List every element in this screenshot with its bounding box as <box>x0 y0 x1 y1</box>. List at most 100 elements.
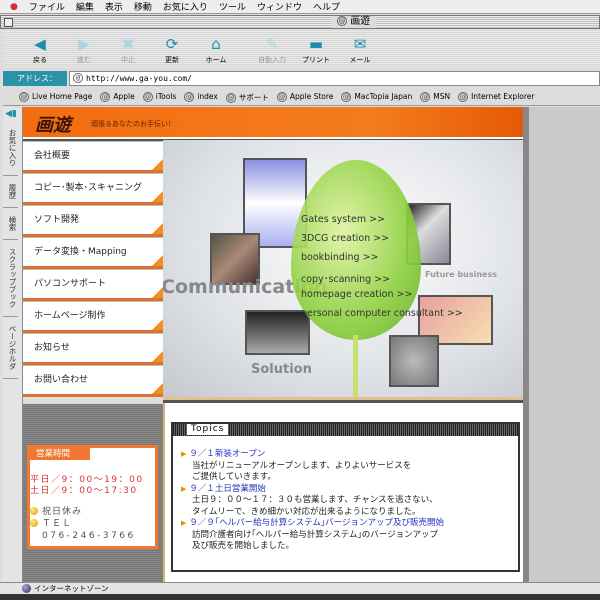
topic-text: 訪問介護者向け｢ヘルパー給与計算システム｣のバージョンアップ <box>192 529 439 540</box>
topic-link[interactable]: ９／１新装オープン <box>181 449 518 461</box>
menu-favorites[interactable]: お気に入り <box>163 0 208 13</box>
favorite-link[interactable]: @ MacTopia Japan <box>341 92 412 102</box>
topic-link[interactable]: ９／１土日営業開始 <box>181 484 518 496</box>
desktop-edge <box>0 594 600 600</box>
address-label: アドレス： <box>3 71 67 86</box>
tel-number: 076-246-3766 <box>42 531 136 541</box>
refresh-button[interactable]: ⟳ 更新 <box>150 31 194 69</box>
address-input[interactable]: @ http://www.ga-you.com/ <box>69 71 600 86</box>
hero-link[interactable]: bookbinding >> <box>301 252 379 263</box>
collapse-explorer-icon[interactable]: ◀▮ <box>3 107 22 121</box>
menu-help[interactable]: ヘルプ <box>313 0 340 13</box>
weekday-hours: 平日／9：00〜19：00 <box>30 475 144 485</box>
holiday-note: 祝日休み <box>42 507 83 517</box>
topic-link[interactable]: ９／９｢ヘルパー給与計算システム｣バージョンアップ及び販売開始 <box>181 518 518 530</box>
topics-area: Topics ９／１新装オープン 当社がリニューアルオープンします、よりよいサー… <box>163 403 523 582</box>
hero-link[interactable]: copy･scanning >> <box>301 271 390 285</box>
menu-window[interactable]: ウィンドウ <box>257 0 302 13</box>
site-nav: 会社概要 コピー･製本･スキャニング ソフト開発 データ変換・Mapping パ… <box>23 141 163 406</box>
hero-image: Communication Solution Future business G… <box>163 140 523 400</box>
tab-scrapbook[interactable]: スクラップブック <box>3 240 18 317</box>
site-header: 画遊 頑張るあなたのお手伝い！ <box>23 107 523 139</box>
hero-link[interactable]: homepage creation >> <box>301 289 412 300</box>
page-icon: @ <box>225 92 236 103</box>
nav-item[interactable]: コピー･製本･スキャニング <box>23 173 163 205</box>
tab-favorites[interactable]: お気に入り <box>3 121 18 176</box>
mail-button[interactable]: ✉ メール <box>338 31 382 69</box>
close-box[interactable] <box>4 18 13 27</box>
forward-button[interactable]: ▶ 進む <box>62 31 106 69</box>
favorite-link[interactable]: @ Apple <box>100 92 135 102</box>
site-logo[interactable]: 画遊 <box>35 111 71 137</box>
menu-view[interactable]: 表示 <box>105 0 123 13</box>
web-page: 画遊 頑張るあなたのお手伝い！ 会社概要 コピー･製本･スキャニング ソフト開発… <box>23 107 523 582</box>
menu-file[interactable]: ファイル <box>29 0 65 13</box>
page-icon: @ <box>19 92 29 102</box>
tab-page-holder[interactable]: ページホルダ <box>3 317 18 379</box>
nav-item[interactable]: パソコンサポート <box>23 269 163 301</box>
favorite-link[interactable]: @ サポート <box>225 92 269 103</box>
page-icon: @ <box>341 92 352 102</box>
apple-menu-icon[interactable]: ● <box>10 2 18 12</box>
globe-icon <box>22 584 31 593</box>
page-icon: @ <box>420 92 431 102</box>
topics-header: Topics <box>173 424 518 436</box>
autofill-icon: ✎ <box>265 35 279 53</box>
nav-item[interactable]: お問い合わせ <box>23 365 163 397</box>
weekend-hours: 土日／9：00〜17:30 <box>30 486 138 496</box>
tagline: 頑張るあなたのお手伝い！ <box>91 120 175 128</box>
stop-x-icon: ✖ <box>121 35 135 53</box>
page-icon: @ <box>73 73 83 83</box>
window-title-bar[interactable]: @ 画遊 <box>0 15 600 29</box>
tab-search[interactable]: 検索 <box>3 208 18 240</box>
nav-item[interactable]: ホームページ制作 <box>23 301 163 333</box>
nav-item[interactable]: ソフト開発 <box>23 205 163 237</box>
tab-history[interactable]: 履歴 <box>3 176 18 208</box>
autofill-button[interactable]: ✎ 自動入力 <box>250 31 294 69</box>
page-icon: @ <box>458 92 469 102</box>
favorite-link[interactable]: @ MSN <box>420 92 450 102</box>
refresh-icon: ⟳ <box>165 35 179 53</box>
page-icon: @ <box>100 92 111 102</box>
favorites-bar: @ Live Home Page @ Apple @ iTools @ index @ サ… <box>3 89 600 106</box>
favorite-link[interactable]: @ index <box>184 92 218 102</box>
favorite-link[interactable]: @ Internet Explorer <box>458 92 535 102</box>
hero-link[interactable]: 3DCG creation >> <box>301 233 389 244</box>
hours-title: 営業時間 <box>30 448 90 460</box>
menu-edit[interactable]: 編集 <box>76 0 94 13</box>
menu-go[interactable]: 移動 <box>134 0 152 13</box>
business-hours-box: 営業時間 平日／9：00〜19：00 土日／9：00〜17:30 祝日休み ＴＥ… <box>27 445 158 549</box>
nav-item[interactable]: お知らせ <box>23 333 163 365</box>
hero-link[interactable]: Gates system >> <box>301 214 385 225</box>
nav-item[interactable]: 会社概要 <box>23 141 163 173</box>
solution-text: Solution <box>251 362 312 377</box>
print-button[interactable]: ▬ プリント <box>294 31 338 69</box>
page-icon: @ <box>337 16 347 26</box>
leaf-stem <box>353 335 358 397</box>
bullet-icon <box>30 507 38 515</box>
menu-bar: ● ファイル 編集 表示 移動 お気に入り ツール ウィンドウ ヘルプ <box>0 0 600 14</box>
home-icon: ⌂ <box>211 35 221 53</box>
topics-title: Topics <box>187 424 229 435</box>
topic-text: 及び販売を開始しました。 <box>192 541 295 551</box>
explorer-bar-tabs: ◀▮ お気に入り 履歴 検索 スクラップブック ページホルダ <box>3 107 23 582</box>
favorite-link[interactable]: @ iTools <box>142 92 176 102</box>
nav-item[interactable]: データ変換・Mapping <box>23 237 163 269</box>
menu-tools[interactable]: ツール <box>219 0 246 13</box>
topic-text: 土日９：００〜１７：３０も営業します、チャンスを逃さない、 <box>192 495 438 505</box>
back-button[interactable]: ◀ 戻る <box>18 31 62 69</box>
favorite-link[interactable]: @ Apple Store <box>276 92 333 102</box>
security-zone: インターネットゾーン <box>34 584 109 593</box>
topic-text: ご提供していきます。 <box>192 472 276 482</box>
hero-link[interactable]: personal computer consultant >> <box>301 308 463 319</box>
home-button[interactable]: ⌂ ホーム <box>194 31 238 69</box>
stop-button[interactable]: ✖ 中止 <box>106 31 150 69</box>
status-bar: インターネットゾーン <box>0 582 600 594</box>
future-business-text: Future business <box>425 270 498 279</box>
cd-stack-photo <box>389 335 439 387</box>
bullet-icon <box>30 519 38 527</box>
page-icon: @ <box>276 92 287 102</box>
page-icon: @ <box>184 92 195 102</box>
topics-box: Topics ９／１新装オープン 当社がリニューアルオープンします、よりよいサー… <box>171 422 520 572</box>
favorite-link[interactable]: @ Live Home Page <box>19 92 92 102</box>
